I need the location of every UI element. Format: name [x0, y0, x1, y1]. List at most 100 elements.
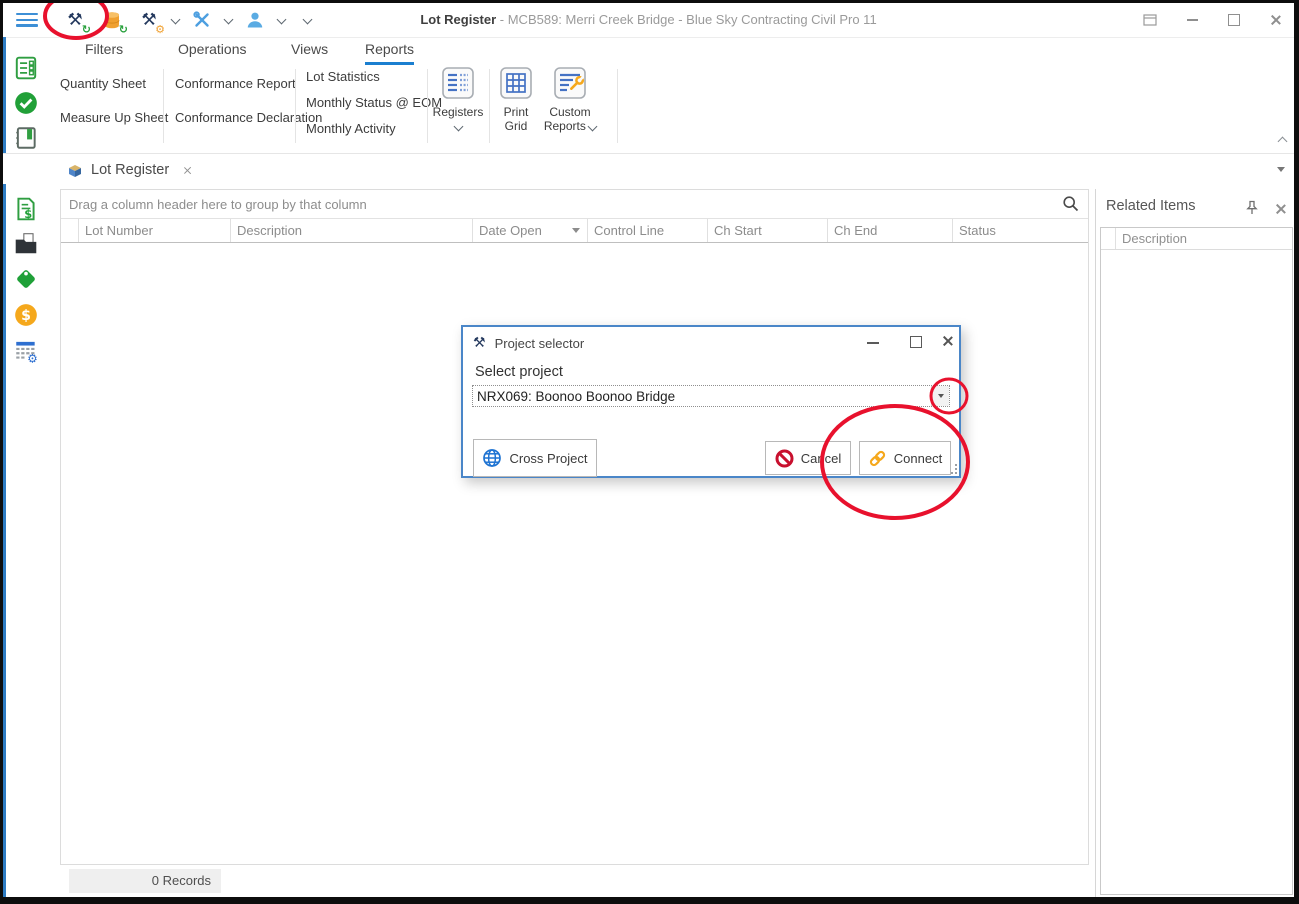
settings-tools-button[interactable]: [188, 7, 216, 33]
records-count-badge: 0 Records: [69, 869, 221, 893]
measure-up-sheet-link[interactable]: Measure Up Sheet: [60, 110, 168, 125]
svg-text:$: $: [21, 308, 31, 324]
interface-options-icon[interactable]: [1143, 14, 1157, 26]
dialog-close-button[interactable]: [942, 335, 954, 347]
tab-reports[interactable]: Reports: [365, 41, 414, 65]
registers-label: Registers: [433, 105, 484, 119]
registers-icon: [441, 67, 475, 99]
folder-document-icon[interactable]: [13, 231, 39, 257]
conformance-report-link[interactable]: Conformance Report: [175, 76, 296, 91]
dialog-minimize-button[interactable]: [867, 342, 879, 344]
print-grid-button[interactable]: Print Grid: [493, 67, 539, 133]
column-header-description[interactable]: Description: [231, 219, 473, 242]
search-icon[interactable]: [1062, 195, 1080, 213]
ribbon-body: Quantity Sheet Measure Up Sheet Conforma…: [3, 65, 1294, 151]
chevron-down-icon: [938, 394, 944, 398]
settings-tools-icon: [192, 10, 212, 30]
tab-filters[interactable]: Filters: [85, 41, 123, 62]
project-combo-input[interactable]: [473, 386, 935, 406]
column-header-lot-number[interactable]: Lot Number: [79, 219, 231, 242]
column-header-control-line[interactable]: Control Line: [588, 219, 708, 242]
chevron-down-icon[interactable]: [171, 14, 181, 24]
column-header-ch-end[interactable]: Ch End: [828, 219, 953, 242]
app-window: ⚒ ↻ ↻ ⚒ ⚙: [0, 0, 1299, 904]
group-by-panel[interactable]: Drag a column header here to group by th…: [61, 190, 1088, 218]
dialog-title: Project selector: [495, 336, 585, 351]
window-title-primary: Lot Register: [420, 12, 496, 27]
connect-button[interactable]: Connect: [859, 441, 951, 475]
window-controls: [1143, 3, 1282, 37]
column-header-status[interactable]: Status: [953, 219, 1088, 242]
tab-views[interactable]: Views: [291, 41, 328, 62]
chevron-down-icon[interactable]: [224, 14, 234, 24]
cube-icon: [67, 163, 83, 178]
tab-lot-register[interactable]: Lot Register: [67, 158, 192, 182]
row-indicator-header: [1101, 228, 1116, 249]
document-tabstrip: Lot Register: [3, 153, 1294, 184]
chevron-down-icon[interactable]: [277, 14, 287, 24]
cancel-label: Cancel: [801, 451, 841, 466]
ribbon-separator: [163, 69, 164, 143]
clipboard-list-icon[interactable]: [13, 55, 39, 81]
print-grid-icon: [499, 67, 533, 99]
close-button[interactable]: [1270, 14, 1282, 26]
column-header-description[interactable]: Description: [1116, 228, 1187, 249]
menu-icon[interactable]: [16, 13, 38, 27]
grid-header-row: Lot Number Description Date Open Control…: [61, 218, 1088, 243]
dialog-resize-grip[interactable]: [948, 465, 957, 474]
ribbon-separator: [295, 69, 296, 143]
chevron-down-icon: [588, 122, 598, 132]
panel-divider: [1095, 189, 1096, 898]
column-header-date-open[interactable]: Date Open: [473, 219, 588, 242]
ribbon-separator: [489, 69, 490, 143]
table-settings-icon[interactable]: ⚙: [13, 337, 39, 363]
project-selector-dialog: ⚒ Project selector Select project Cross …: [461, 325, 961, 478]
ribbon-separator: [617, 69, 618, 143]
row-indicator-header: [61, 219, 79, 242]
lot-statistics-link[interactable]: Lot Statistics: [306, 69, 380, 84]
link-icon: [868, 449, 887, 468]
custom-reports-icon: [553, 67, 587, 99]
gear-badge-icon: ⚙: [155, 24, 165, 35]
column-header-ch-start[interactable]: Ch Start: [708, 219, 828, 242]
refresh-data-button[interactable]: ↻: [98, 7, 126, 33]
project-tools-button[interactable]: ⚒ ⚙: [135, 7, 163, 33]
minimize-button[interactable]: [1187, 19, 1198, 21]
refresh-badge-icon: ↻: [82, 24, 91, 35]
tab-close-icon[interactable]: [183, 166, 192, 175]
maximize-button[interactable]: [1228, 14, 1240, 26]
notebook-bookmark-icon[interactable]: [13, 125, 39, 151]
conformance-declaration-link[interactable]: Conformance Declaration: [175, 110, 322, 125]
dollar-coin-icon[interactable]: $: [13, 302, 39, 328]
ribbon-collapse-chevron-icon[interactable]: [1278, 137, 1288, 147]
invoice-dollar-icon[interactable]: $: [13, 196, 39, 222]
ribbon-separator: [427, 69, 428, 143]
check-circle-icon[interactable]: [13, 90, 39, 116]
cancel-icon: [775, 449, 794, 468]
quantity-sheet-link[interactable]: Quantity Sheet: [60, 76, 146, 91]
refresh-badge-icon: ↻: [119, 24, 128, 35]
related-items-title: Related Items: [1106, 198, 1195, 214]
dialog-maximize-button[interactable]: [910, 336, 922, 348]
toolbar-more-chevron-icon[interactable]: [303, 14, 313, 24]
monthly-status-eom-link[interactable]: Monthly Status @ EOM: [306, 95, 442, 110]
group-by-hint: Drag a column header here to group by th…: [69, 197, 367, 212]
tag-icon[interactable]: [13, 266, 39, 292]
reconnect-project-button[interactable]: ⚒ ↻: [61, 7, 89, 33]
project-combo-dropdown[interactable]: [931, 386, 949, 406]
pin-icon[interactable]: [1246, 200, 1258, 215]
custom-reports-button[interactable]: Custom Reports: [539, 67, 601, 133]
user-button[interactable]: [241, 7, 269, 33]
tabstrip-dropdown-icon[interactable]: [1277, 167, 1285, 172]
registers-button[interactable]: Registers: [429, 67, 487, 133]
cross-project-button[interactable]: Cross Project: [473, 439, 597, 477]
connect-label: Connect: [894, 451, 942, 466]
tab-operations[interactable]: Operations: [178, 41, 246, 62]
project-combo: [472, 385, 950, 407]
cancel-button[interactable]: Cancel: [765, 441, 851, 475]
monthly-activity-link[interactable]: Monthly Activity: [306, 121, 396, 136]
svg-text:$: $: [24, 207, 32, 221]
related-panel-close-icon[interactable]: [1275, 203, 1287, 215]
window-title-rest: - MCB589: Merri Creek Bridge - Blue Sky …: [496, 12, 877, 27]
related-grid-header: Description: [1101, 228, 1292, 250]
